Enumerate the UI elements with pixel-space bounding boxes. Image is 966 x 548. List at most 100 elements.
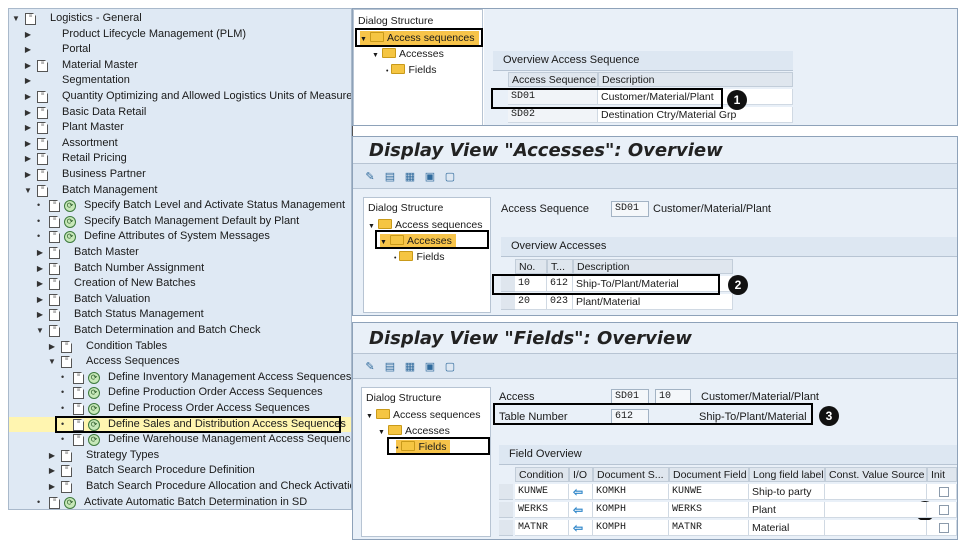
collapsed-arrow-icon[interactable]: ▶ <box>23 105 33 121</box>
expanded-arrow-icon[interactable]: ▼ <box>23 183 33 199</box>
field-overview-cell[interactable]: KUNWE <box>669 484 749 500</box>
p2-cell-desc-2[interactable]: Plant/Material <box>573 294 733 310</box>
execute-clock-icon[interactable]: ⟳ <box>64 231 76 244</box>
collapsed-arrow-icon[interactable]: ▶ <box>23 151 33 167</box>
init-checkbox[interactable] <box>939 523 949 533</box>
p1-cell-seq-2[interactable]: SD02 <box>508 107 598 123</box>
field-overview-cell[interactable]: MATNR <box>515 520 569 536</box>
collapsed-arrow-icon[interactable]: ▶ <box>47 479 57 495</box>
access-sequence-field[interactable]: SD01 <box>611 201 649 217</box>
field-overview-cell[interactable]: WERKS <box>515 502 569 518</box>
col-header-const-value-source[interactable]: Const. Value Source <box>825 467 927 482</box>
tree-item[interactable]: ▶ ≡ Batch Master <box>9 245 351 261</box>
collapsed-arrow-icon[interactable]: ▶ <box>35 261 45 277</box>
tree-item[interactable]: • ≡ ⟳ Define Production Order Access Sequen… <box>9 385 351 401</box>
expanded-arrow-icon[interactable]: ▼ <box>35 323 45 339</box>
select-all-icon[interactable]: ▦ <box>403 360 417 374</box>
tree-item[interactable]: ▶ ≡ Business Partner <box>9 167 351 183</box>
field-overview-cell[interactable]: Ship-to party <box>749 484 825 500</box>
expanded-arrow-icon[interactable]: ▼ <box>11 11 21 27</box>
const-value-cell[interactable] <box>825 484 927 500</box>
const-value-cell[interactable] <box>825 520 927 536</box>
field-overview-cell[interactable]: KOMPH <box>593 520 669 536</box>
deselect-all-icon[interactable]: ▢ <box>443 360 457 374</box>
row-selector[interactable] <box>499 484 513 500</box>
col-header-long-field-label[interactable]: Long field label <box>749 467 825 482</box>
tree-item[interactable]: ▼ ≡ Batch Determination and Batch Check <box>9 323 351 339</box>
collapsed-arrow-icon[interactable]: ▶ <box>35 307 45 323</box>
tree-item[interactable]: ▼ ≡ Batch Management <box>9 183 351 199</box>
col-header-document-structure[interactable]: Document S... <box>593 467 669 482</box>
display-change-icon[interactable]: ✎ <box>363 360 377 374</box>
execute-clock-icon[interactable]: ⟳ <box>88 387 100 400</box>
col-header-io[interactable]: I/O <box>569 467 593 482</box>
tree-item[interactable]: • ≡ ⟳ Specify Batch Level and Activate Stat… <box>9 198 351 214</box>
tree-item[interactable]: ▶ Segmentation <box>9 73 351 89</box>
collapsed-arrow-icon[interactable]: ▶ <box>47 463 57 479</box>
execute-clock-icon[interactable]: ⟳ <box>64 200 76 213</box>
collapsed-arrow-icon[interactable]: ▶ <box>23 58 33 74</box>
tree-item[interactable]: ▶ Product Lifecycle Management (PLM) <box>9 27 351 43</box>
col-header-table[interactable]: T... <box>547 259 573 274</box>
tree-item[interactable]: ▶ ≡ Batch Search Procedure Definition <box>9 463 351 479</box>
ds-item-accesses[interactable]: ▼ Accesses <box>372 47 444 61</box>
execute-clock-icon[interactable]: ⟳ <box>64 215 76 228</box>
const-value-cell[interactable] <box>825 502 927 518</box>
tree-item[interactable]: • ≡ ⟳ Define Process Order Access Sequences <box>9 401 351 417</box>
tree-item[interactable]: ▶ ≡ Plant Master <box>9 120 351 136</box>
field-overview-cell[interactable]: KUNWE <box>515 484 569 500</box>
p1-cell-desc-2[interactable]: Destination Ctry/Material Grp <box>598 107 793 123</box>
tree-item[interactable]: • ≡ ⟳ Activate Automatic Batch Determinatio… <box>9 495 351 509</box>
tree-item[interactable]: ▶ ≡ Batch Search Procedure Allocation and … <box>9 479 351 495</box>
field-overview-cell[interactable]: Material <box>749 520 825 536</box>
expanded-arrow-icon[interactable]: ▼ <box>47 354 57 370</box>
col-header-document-field[interactable]: Document Field <box>669 467 749 482</box>
collapsed-arrow-icon[interactable]: ▶ <box>23 120 33 136</box>
select-all-icon[interactable]: ▦ <box>403 170 417 184</box>
ds-item-fields[interactable]: • Fields <box>386 63 436 77</box>
tree-item[interactable]: • ≡ ⟳ Define Inventory Management Access Se… <box>9 370 351 386</box>
tree-item[interactable]: ▼ ≡ Access Sequences <box>9 354 351 370</box>
tree-item[interactable]: ▶ ≡ Assortment <box>9 136 351 152</box>
collapsed-arrow-icon[interactable]: ▶ <box>35 292 45 308</box>
tree-item[interactable]: • ≡ ⟳ Define Warehouse Management Access Se… <box>9 432 351 448</box>
col-header-no[interactable]: No. <box>515 259 547 274</box>
ds-item-fields[interactable]: • Fields <box>394 250 444 264</box>
display-change-icon[interactable]: ✎ <box>363 170 377 184</box>
ds-item-accesses[interactable]: ▼ Accesses <box>378 424 450 438</box>
p2-cell-table-2[interactable]: 023 <box>547 294 573 310</box>
field-overview-cell[interactable]: KOMPH <box>593 502 669 518</box>
select-block-icon[interactable]: ▣ <box>423 360 437 374</box>
row-selector[interactable] <box>499 502 513 518</box>
tree-item[interactable]: • ≡ ⟳ Define Attributes of System Messages <box>9 229 351 245</box>
tree-item[interactable]: ▶ ≡ Creation of New Batches <box>9 276 351 292</box>
details-icon[interactable]: ▤ <box>383 360 397 374</box>
collapsed-arrow-icon[interactable]: ▶ <box>23 167 33 183</box>
col-header-description[interactable]: Description <box>573 259 733 274</box>
collapsed-arrow-icon[interactable]: ▶ <box>35 276 45 292</box>
collapsed-arrow-icon[interactable]: ▶ <box>23 27 33 43</box>
select-block-icon[interactable]: ▣ <box>423 170 437 184</box>
details-icon[interactable]: ▤ <box>383 170 397 184</box>
execute-clock-icon[interactable]: ⟳ <box>64 496 76 509</box>
collapsed-arrow-icon[interactable]: ▶ <box>23 73 33 89</box>
tree-item[interactable]: ▶ ≡ Batch Status Management <box>9 307 351 323</box>
collapsed-arrow-icon[interactable]: ▶ <box>35 245 45 261</box>
tree-item[interactable]: • ≡ ⟳ Specify Batch Management Default by P… <box>9 214 351 230</box>
init-checkbox[interactable] <box>939 487 949 497</box>
field-overview-cell[interactable]: KOMKH <box>593 484 669 500</box>
execute-clock-icon[interactable]: ⟳ <box>88 403 100 415</box>
collapsed-arrow-icon[interactable]: ▶ <box>23 89 33 105</box>
tree-item[interactable]: ▶ Portal <box>9 42 351 58</box>
tree-item[interactable]: ▶ ≡ Quantity Optimizing and Allowed Logist… <box>9 89 351 105</box>
tree-item[interactable]: ▶ ≡ Strategy Types <box>9 448 351 464</box>
col-header-access-sequence[interactable]: Access Sequence <box>508 72 598 87</box>
collapsed-arrow-icon[interactable]: ▶ <box>47 448 57 464</box>
field-overview-cell[interactable]: MATNR <box>669 520 749 536</box>
tree-item[interactable]: ▶ ≡ Batch Valuation <box>9 292 351 308</box>
collapsed-arrow-icon[interactable]: ▶ <box>47 339 57 355</box>
tree-item[interactable]: ▼ ≡ Logistics - General <box>9 11 351 27</box>
tree-item[interactable]: ▶ ≡ Batch Number Assignment <box>9 261 351 277</box>
ds-item-access-sequences[interactable]: ▼ Access sequences <box>366 408 481 422</box>
field-overview-cell[interactable]: WERKS <box>669 502 749 518</box>
